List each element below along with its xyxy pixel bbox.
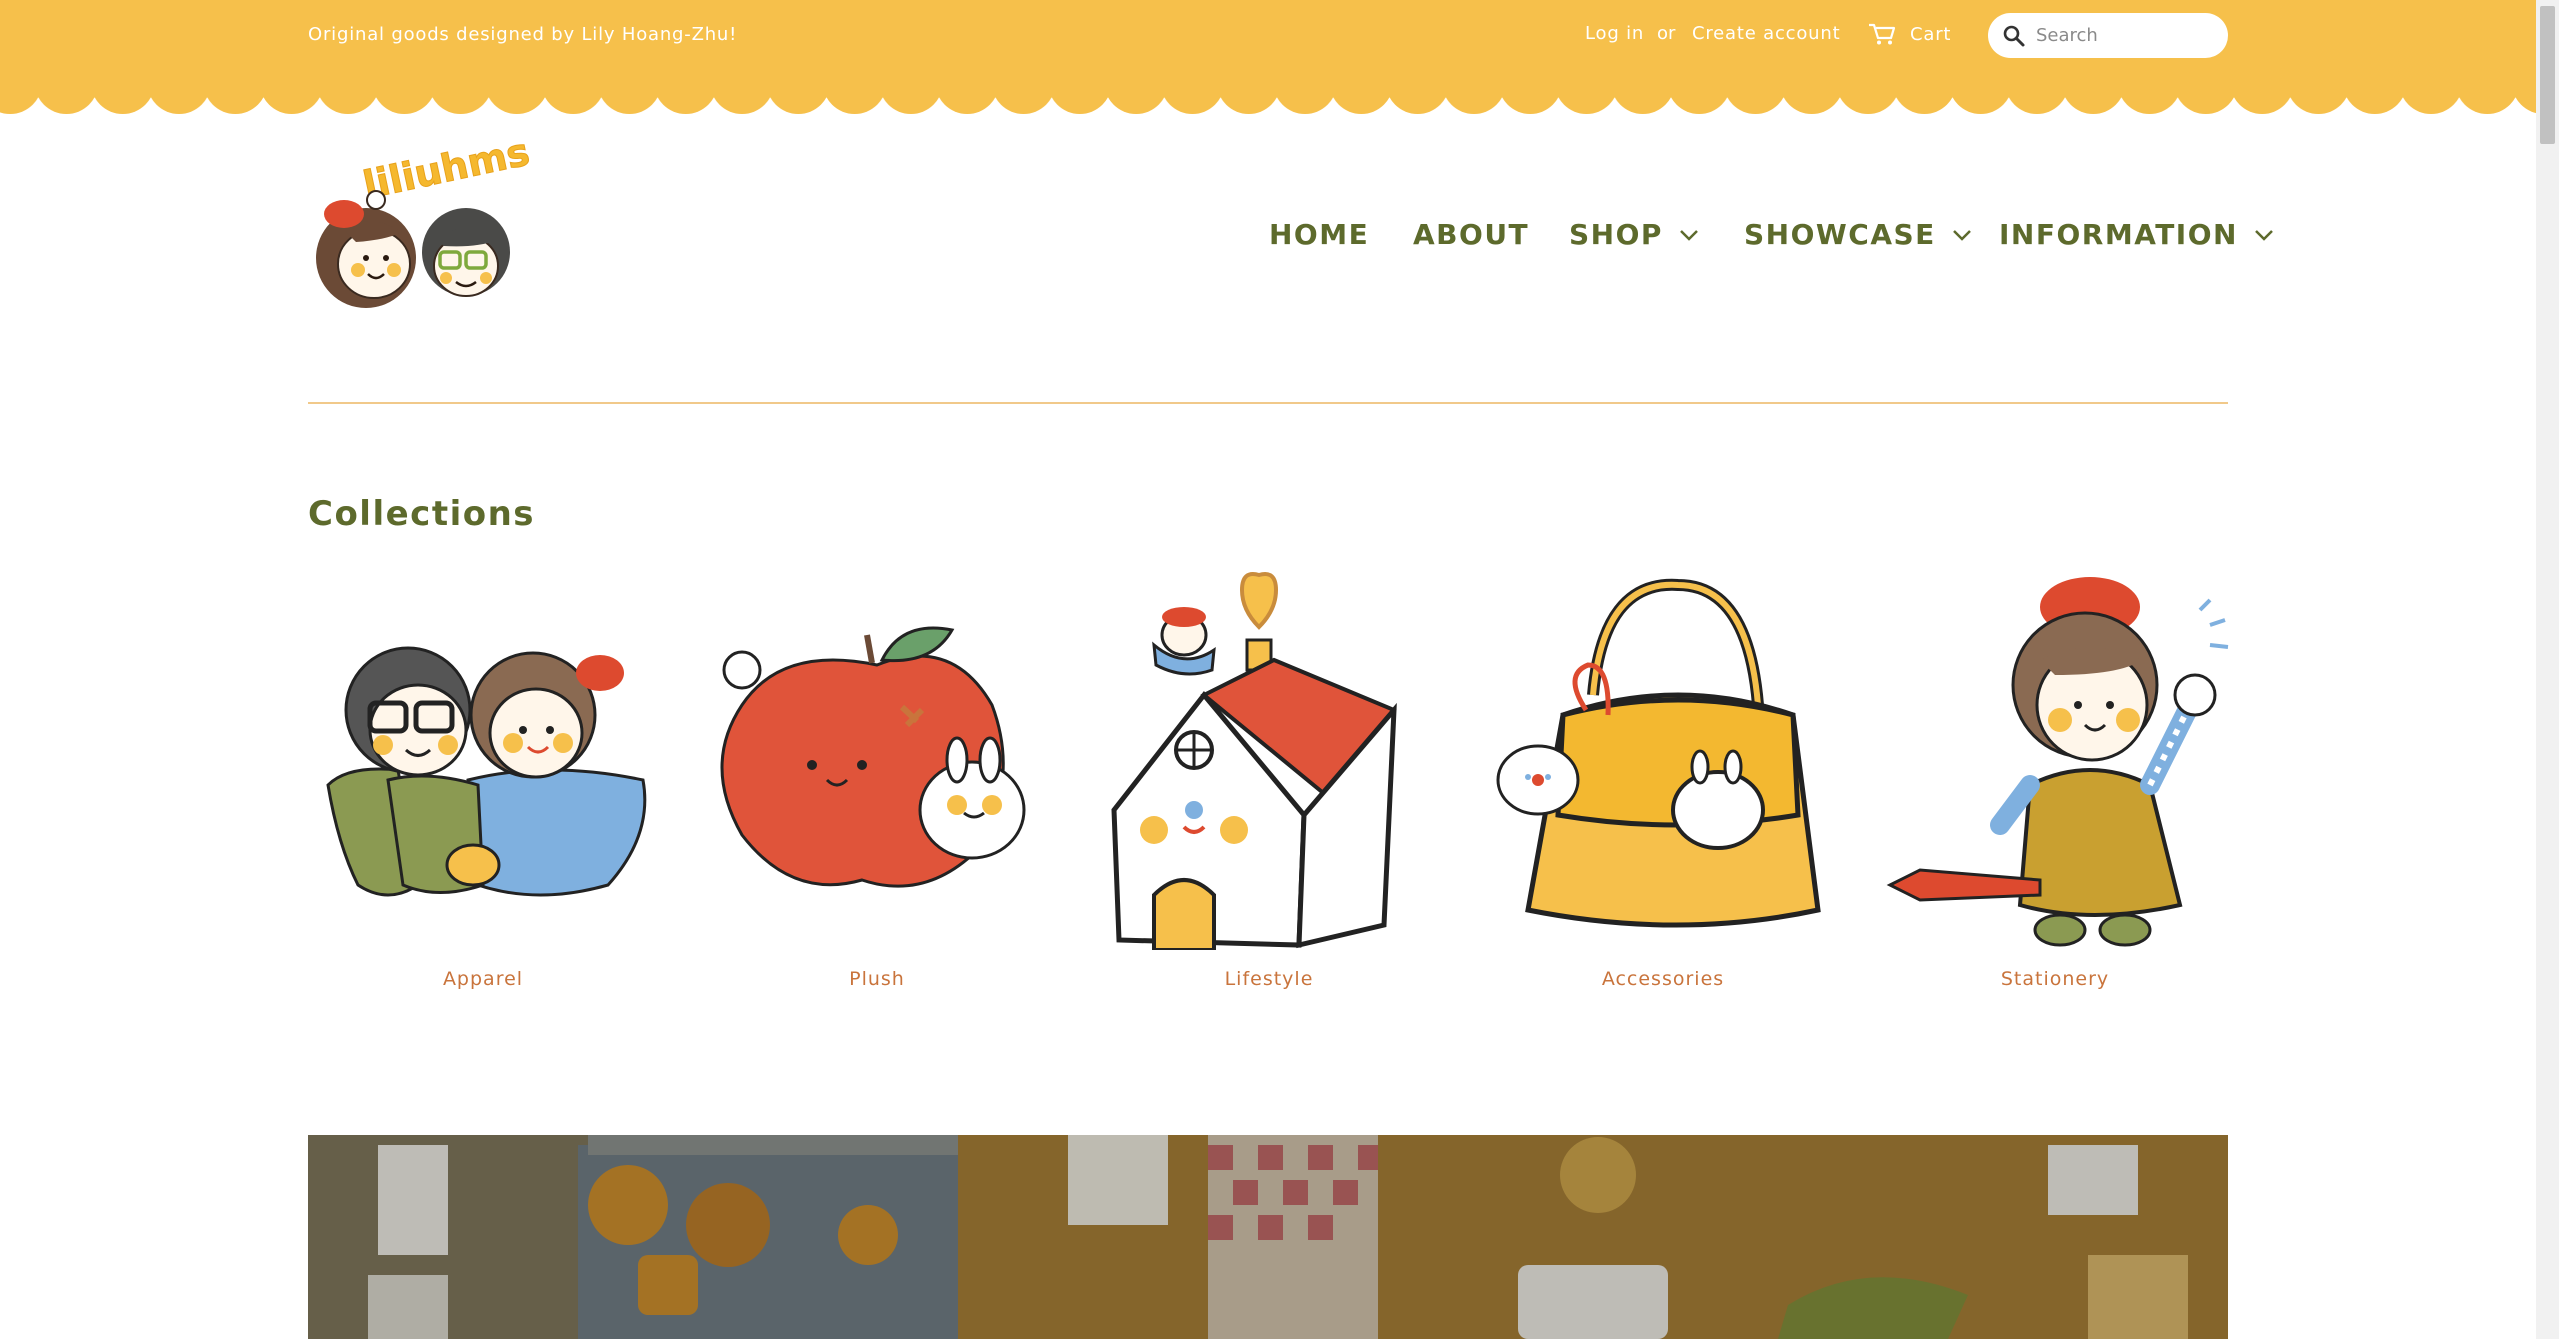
nav-about[interactable]: ABOUT <box>1413 218 1529 251</box>
chevron-down-icon <box>1952 229 1971 241</box>
apple-with-bunny-icon <box>720 626 1026 888</box>
login-link[interactable]: Log in <box>1585 23 1644 44</box>
cart-icon <box>1869 23 1896 45</box>
nav-information[interactable]: INFORMATION <box>1999 218 2274 251</box>
scallop-border <box>0 82 2536 116</box>
nav-showcase[interactable]: SHOWCASE <box>1744 218 1972 251</box>
search-icon[interactable] <box>2002 24 2026 48</box>
collection-apparel[interactable]: Apparel <box>308 565 658 990</box>
scrollbar-thumb[interactable] <box>2540 6 2555 144</box>
collection-accessories[interactable]: Accessories <box>1488 565 1838 990</box>
cart-link[interactable]: Cart <box>1868 18 1951 50</box>
yellow-handbag-icon <box>1496 578 1821 928</box>
header-divider <box>308 402 2228 404</box>
announcement-bar: Original goods designed by Lily Hoang-Zh… <box>0 0 2536 82</box>
collection-lifestyle[interactable]: Lifestyle <box>1094 565 1444 990</box>
nav-shop-label: SHOP <box>1569 218 1663 251</box>
search-box[interactable] <box>1988 13 2228 58</box>
collection-label: Lifestyle <box>1224 968 1314 990</box>
nav-showcase-label: SHOWCASE <box>1744 218 1936 251</box>
collection-plush[interactable]: Plush <box>702 565 1052 990</box>
house-icon <box>1111 572 1397 950</box>
banner-photo <box>308 1135 2228 1339</box>
girl-with-pencil-icon <box>1886 577 2229 947</box>
collection-label: Accessories <box>1601 968 1725 990</box>
nav-home[interactable]: HOME <box>1269 218 1369 251</box>
nav-home-label: HOME <box>1269 218 1370 251</box>
collection-label: Apparel <box>442 968 524 990</box>
collection-label: Plush <box>849 968 905 990</box>
search-input[interactable] <box>2034 24 2218 47</box>
two-girls-hugging-icon <box>326 646 647 897</box>
collection-label: Stationery <box>2000 968 2110 990</box>
cart-label: Cart <box>1910 23 1952 45</box>
collection-stationery[interactable]: Stationery <box>1880 565 2230 990</box>
chevron-down-icon <box>1680 229 1698 241</box>
store-tagline: Original goods designed by Lily Hoang-Zh… <box>308 24 738 45</box>
nav-information-label: INFORMATION <box>1999 218 2238 251</box>
store-logo[interactable]: liliuhms <box>306 140 546 320</box>
create-account-link[interactable]: Create account <box>1692 23 1840 44</box>
chevron-down-icon <box>2255 229 2273 241</box>
page-scrollbar[interactable] <box>2536 0 2559 1339</box>
or-separator: or <box>1657 23 1676 44</box>
nav-shop[interactable]: SHOP <box>1569 218 1699 251</box>
collections-title: Collections <box>308 494 536 534</box>
nav-about-label: ABOUT <box>1413 218 1530 251</box>
